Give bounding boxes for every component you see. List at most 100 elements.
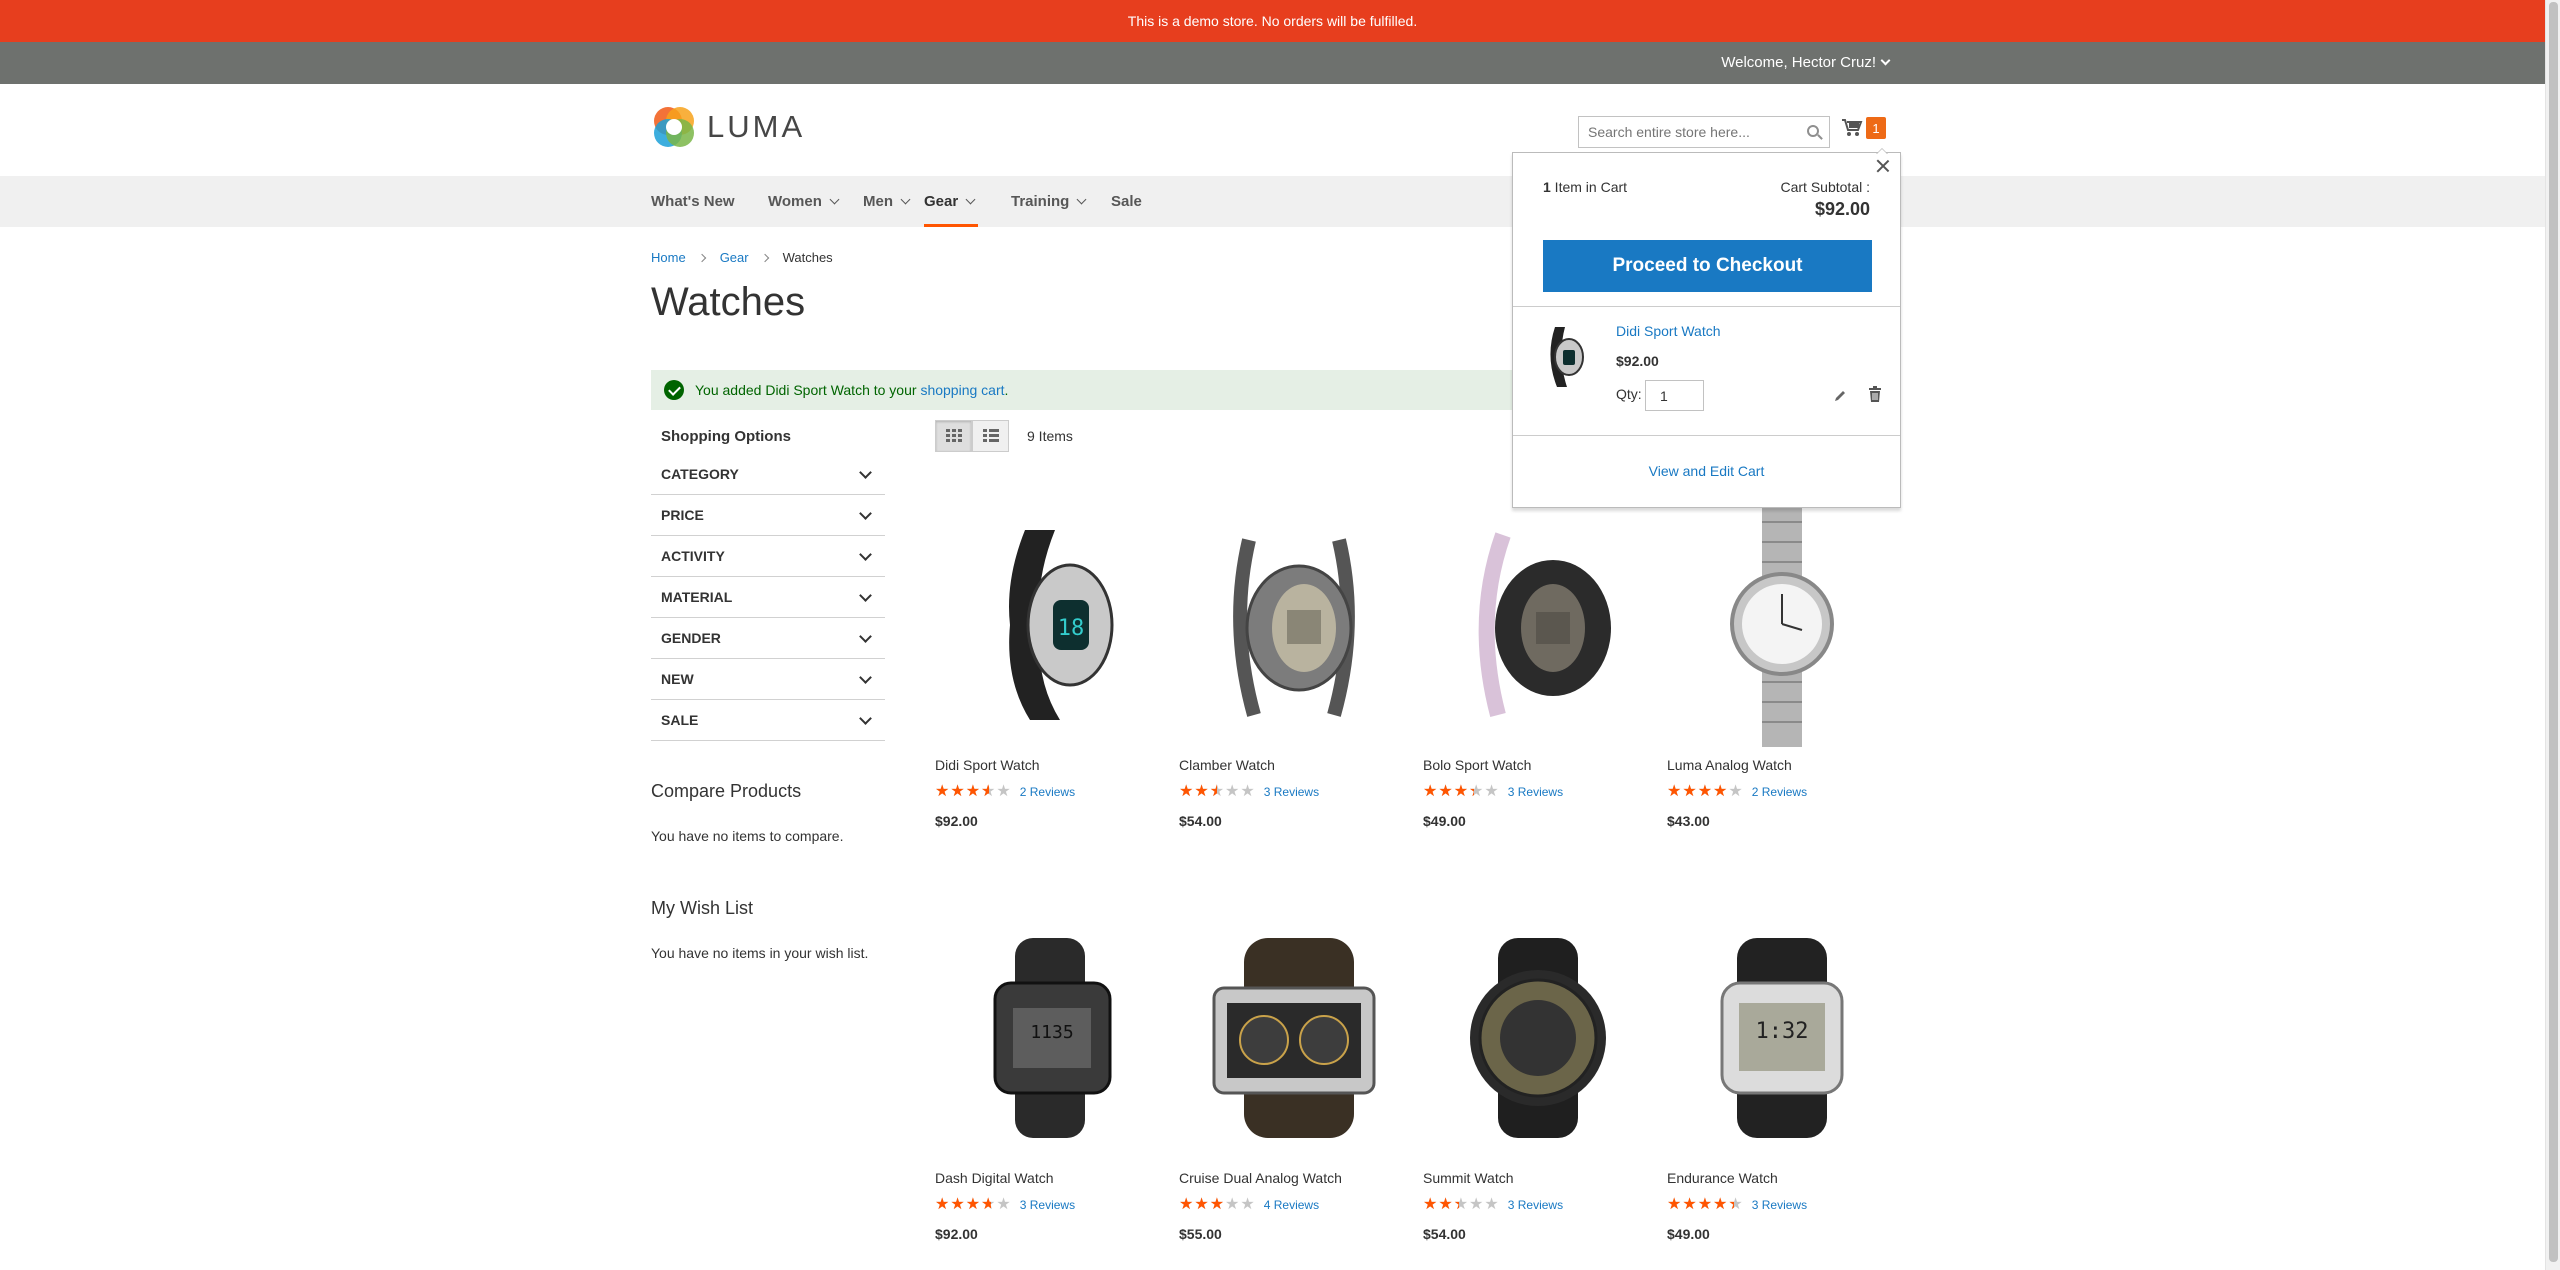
product-rating: ★★★★★★★★★★ 2 Reviews	[1667, 784, 1897, 800]
reviews-link[interactable]: 2 Reviews	[1020, 785, 1075, 799]
reviews-link[interactable]: 3 Reviews	[1752, 1198, 1807, 1212]
search-box	[1578, 116, 1830, 148]
product-image[interactable]	[1179, 502, 1409, 747]
product-price: $49.00	[1423, 813, 1466, 829]
breadcrumb: Home Gear Watches	[651, 250, 833, 265]
reviews-link[interactable]: 3 Reviews	[1020, 1198, 1075, 1212]
filter-material[interactable]: Material	[651, 577, 885, 618]
items-count: 9 Items	[1027, 428, 1073, 444]
breadcrumb-gear[interactable]: Gear	[720, 250, 749, 265]
message-text: You added Didi Sport Watch to your shopp…	[695, 382, 1008, 398]
shopping-cart-link[interactable]: shopping cart	[920, 382, 1004, 398]
logo[interactable]: LUMA	[651, 104, 805, 150]
chevron-down-icon	[859, 507, 872, 520]
cart-item-image[interactable]	[1541, 325, 1585, 389]
filter-new[interactable]: New	[651, 659, 885, 700]
reviews-link[interactable]: 3 Reviews	[1264, 785, 1319, 799]
nav-item-sale[interactable]: Sale	[1111, 176, 1142, 227]
product-image[interactable]: 18	[935, 502, 1165, 747]
product-price: $54.00	[1423, 1226, 1466, 1242]
product-name[interactable]: Dash Digital Watch	[935, 1170, 1165, 1186]
product-image[interactable]	[1423, 502, 1653, 747]
product-name[interactable]: Didi Sport Watch	[935, 757, 1165, 773]
nav-label: Women	[768, 193, 822, 210]
minicart-button[interactable]: 1	[1841, 117, 1886, 139]
product-name[interactable]: Summit Watch	[1423, 1170, 1653, 1186]
nav-label: Training	[1011, 193, 1070, 210]
reviews-link[interactable]: 3 Reviews	[1508, 1198, 1563, 1212]
product-image[interactable]	[1423, 915, 1653, 1160]
product-item: Cruise Dual Analog Watch ★★★★★★★★★★ 4 Re…	[1179, 915, 1409, 1242]
pencil-icon[interactable]	[1833, 389, 1847, 408]
product-item: Clamber Watch ★★★★★★★★★★ 3 Reviews $54.0…	[1179, 502, 1409, 829]
grid-view-button[interactable]	[935, 420, 972, 452]
rating-fill: ★★★★★	[1423, 1197, 1459, 1213]
list-view-button[interactable]	[972, 420, 1009, 452]
product-rating: ★★★★★★★★★★ 2 Reviews	[935, 784, 1165, 800]
rating-stars: ★★★★★★★★★★	[1179, 783, 1256, 800]
nav-item-men[interactable]: Men	[863, 176, 911, 227]
close-icon[interactable]	[1874, 157, 1892, 175]
chevron-down-icon	[900, 194, 911, 204]
nav-label: What's New	[651, 193, 735, 210]
product-image[interactable]: 1135	[935, 915, 1165, 1160]
cart-item-name[interactable]: Didi Sport Watch	[1616, 323, 1721, 339]
nav-label: Sale	[1111, 193, 1142, 210]
chevron-down-icon	[859, 630, 872, 643]
filter-label: Gender	[661, 630, 721, 646]
product-name[interactable]: Clamber Watch	[1179, 757, 1409, 773]
chevron-right-icon	[760, 253, 769, 262]
rating-stars: ★★★★★★★★★★	[1423, 1196, 1500, 1213]
customer-welcome-menu[interactable]: Welcome, Hector Cruz!	[1721, 54, 1891, 71]
reviews-link[interactable]: 4 Reviews	[1264, 1198, 1319, 1212]
reviews-link[interactable]: 2 Reviews	[1752, 785, 1807, 799]
breadcrumb-home[interactable]: Home	[651, 250, 686, 265]
product-image[interactable]: 1:32	[1667, 915, 1897, 1160]
filter-sale[interactable]: Sale	[651, 700, 885, 741]
product-price: $92.00	[935, 1226, 978, 1242]
product-price: $55.00	[1179, 1226, 1222, 1242]
filter-price[interactable]: Price	[651, 495, 885, 536]
svg-text:1:32: 1:32	[1756, 1019, 1809, 1044]
chevron-down-icon	[859, 548, 872, 561]
proceed-to-checkout-button[interactable]: Proceed to Checkout	[1543, 240, 1872, 292]
nav-item-whats-new[interactable]: What's New	[651, 176, 735, 227]
rating-fill: ★★★★★	[935, 784, 989, 800]
filter-category[interactable]: Category	[651, 454, 885, 495]
product-name[interactable]: Luma Analog Watch	[1667, 757, 1897, 773]
rating-stars: ★★★★★★★★★★	[1667, 783, 1744, 800]
qty-input[interactable]	[1645, 380, 1704, 411]
product-image[interactable]	[1667, 502, 1897, 747]
watch-image	[1470, 937, 1606, 1138]
page-scrollbar[interactable]	[2545, 0, 2560, 1270]
scrollbar-thumb[interactable]	[2549, 2, 2558, 1262]
divider	[1513, 435, 1900, 436]
product-image[interactable]	[1179, 915, 1409, 1160]
product-name[interactable]: Bolo Sport Watch	[1423, 757, 1653, 773]
product-rating: ★★★★★★★★★★ 3 Reviews	[935, 1197, 1165, 1213]
nav-item-training[interactable]: Training	[1011, 176, 1087, 227]
chevron-down-icon	[1076, 194, 1087, 204]
product-name[interactable]: Cruise Dual Analog Watch	[1179, 1170, 1409, 1186]
watch-image	[1212, 937, 1376, 1138]
filter-gender[interactable]: Gender	[651, 618, 885, 659]
cart-count-badge: 1	[1866, 117, 1886, 139]
search-icon[interactable]	[1807, 125, 1819, 137]
rating-stars: ★★★★★★★★★★	[935, 783, 1012, 800]
welcome-text: Welcome, Hector Cruz!	[1721, 54, 1876, 71]
trash-icon[interactable]	[1868, 386, 1882, 407]
filter-activity[interactable]: Activity	[651, 536, 885, 577]
header-panel: Welcome, Hector Cruz!	[0, 42, 2545, 84]
reviews-link[interactable]: 3 Reviews	[1508, 785, 1563, 799]
cart-icon	[1842, 119, 1863, 136]
view-edit-cart-link[interactable]: View and Edit Cart	[1513, 463, 1900, 479]
items-count-number: 1	[1543, 179, 1551, 195]
rating-fill: ★★★★★	[1179, 784, 1217, 800]
product-item: Summit Watch ★★★★★★★★★★ 3 Reviews $54.00	[1423, 915, 1653, 1242]
product-price: $54.00	[1179, 813, 1222, 829]
filter-label: Price	[661, 507, 704, 523]
nav-item-gear[interactable]: Gear	[924, 176, 979, 227]
product-name[interactable]: Endurance Watch	[1667, 1170, 1897, 1186]
search-input[interactable]	[1579, 117, 1789, 147]
nav-item-women[interactable]: Women	[768, 176, 840, 227]
